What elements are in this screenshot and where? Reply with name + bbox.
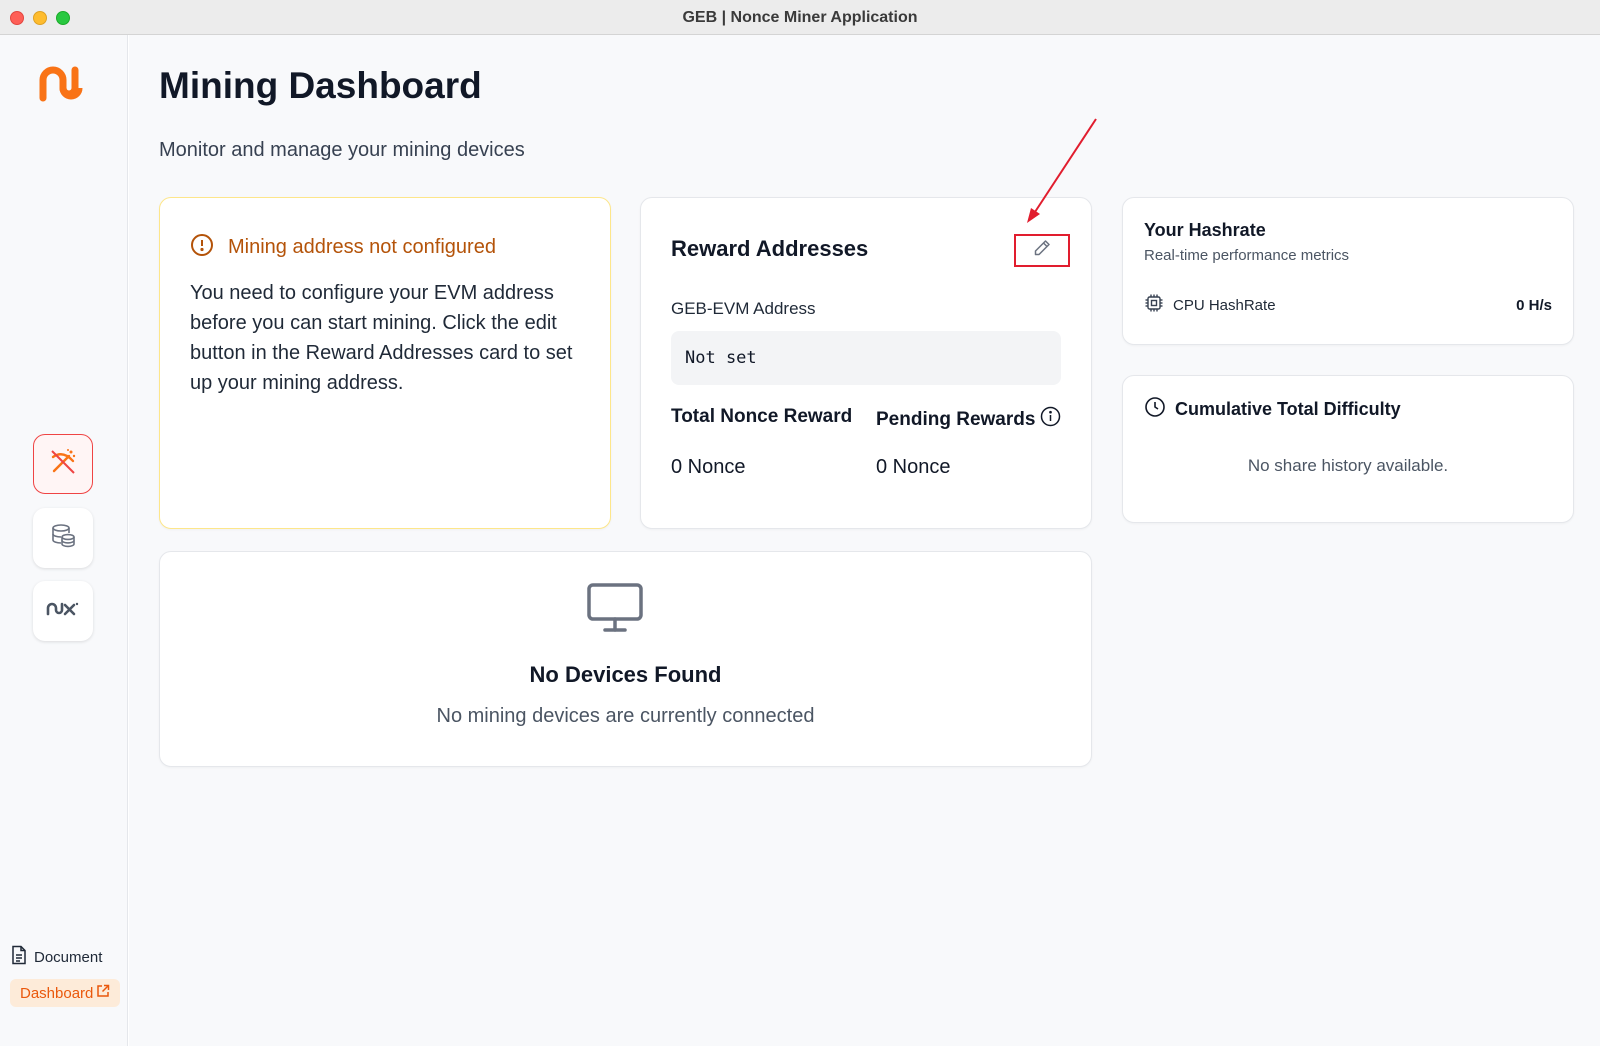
pickaxe-icon xyxy=(48,447,78,482)
external-link-icon xyxy=(96,984,110,1002)
evm-address-value: Not set xyxy=(671,331,1061,385)
total-nonce-reward-text: Total Nonce Reward xyxy=(671,406,853,427)
pending-rewards-text: Pending Rewards xyxy=(876,408,1036,430)
main-content: Mining Dashboard Monitor and manage your… xyxy=(129,35,1600,1046)
cumulative-difficulty-card: Cumulative Total Difficulty No share his… xyxy=(1122,375,1574,523)
total-nonce-reward-value: 0 Nonce xyxy=(671,456,746,478)
difficulty-header: Cumulative Total Difficulty xyxy=(1144,396,1401,423)
alert-circle-icon xyxy=(190,233,214,262)
page-title: Mining Dashboard xyxy=(159,65,482,106)
annotation-arrow xyxy=(1027,118,1097,223)
devices-card: No Devices Found No mining devices are c… xyxy=(159,551,1092,767)
warning-title: Mining address not configured xyxy=(228,236,496,258)
sidebar: Document Dashboard xyxy=(0,35,128,1046)
warning-header: Mining address not configured xyxy=(190,233,496,262)
evm-address-label: GEB-EVM Address xyxy=(671,299,816,318)
total-nonce-reward-label: Total Nonce Reward xyxy=(671,406,852,428)
nav-database-button[interactable] xyxy=(33,508,93,568)
reward-addresses-title: Reward Addresses xyxy=(671,236,869,261)
warning-body: You need to configure your EVM address b… xyxy=(190,282,573,394)
no-devices-title: No Devices Found xyxy=(529,662,722,687)
pencil-icon xyxy=(1032,238,1052,263)
cpu-hashrate-label: CPU HashRate xyxy=(1173,296,1276,314)
edit-address-button[interactable] xyxy=(1014,234,1070,267)
nx-logo-icon xyxy=(46,599,80,624)
document-label: Document xyxy=(34,948,103,966)
pending-rewards-value: 0 Nonce xyxy=(876,456,951,478)
dashboard-label: Dashboard xyxy=(20,984,94,1002)
hashrate-title: Your Hashrate xyxy=(1144,220,1266,240)
cpu-hashrate-label-group: CPU HashRate xyxy=(1144,293,1276,317)
difficulty-empty-message: No share history available. xyxy=(1247,456,1449,475)
document-icon xyxy=(10,945,28,969)
no-devices-subtitle: No mining devices are currently connecte… xyxy=(436,705,815,727)
window-titlebar: GEB | Nonce Miner Application xyxy=(0,0,1600,35)
document-link[interactable]: Document xyxy=(10,945,102,969)
hashrate-subtitle: Real-time performance metrics xyxy=(1144,247,1350,264)
info-icon[interactable] xyxy=(1040,406,1061,433)
database-icon xyxy=(49,522,77,555)
clock-icon xyxy=(1144,396,1166,423)
pending-rewards-label: Pending Rewards xyxy=(876,406,1061,433)
cpu-chip-icon xyxy=(1144,293,1164,317)
reward-addresses-card: Reward Addresses GEB-EVM Address Not set… xyxy=(640,197,1092,529)
monitor-icon xyxy=(586,582,644,639)
nav-nx-button[interactable] xyxy=(33,581,93,641)
mining-address-warning-card: Mining address not configured You need t… xyxy=(159,197,611,529)
nav-mining-button[interactable] xyxy=(33,434,93,494)
app-logo-icon[interactable] xyxy=(38,64,88,104)
difficulty-title: Cumulative Total Difficulty xyxy=(1175,399,1401,419)
cpu-hashrate-row: CPU HashRate 0 H/s xyxy=(1144,293,1552,317)
hashrate-card: Your Hashrate Real-time performance metr… xyxy=(1122,197,1574,345)
window-title: GEB | Nonce Miner Application xyxy=(682,9,918,26)
cpu-hashrate-value: 0 H/s xyxy=(1516,296,1552,314)
dashboard-link[interactable]: Dashboard xyxy=(10,979,121,1007)
page-subtitle: Monitor and manage your mining devices xyxy=(159,139,525,161)
